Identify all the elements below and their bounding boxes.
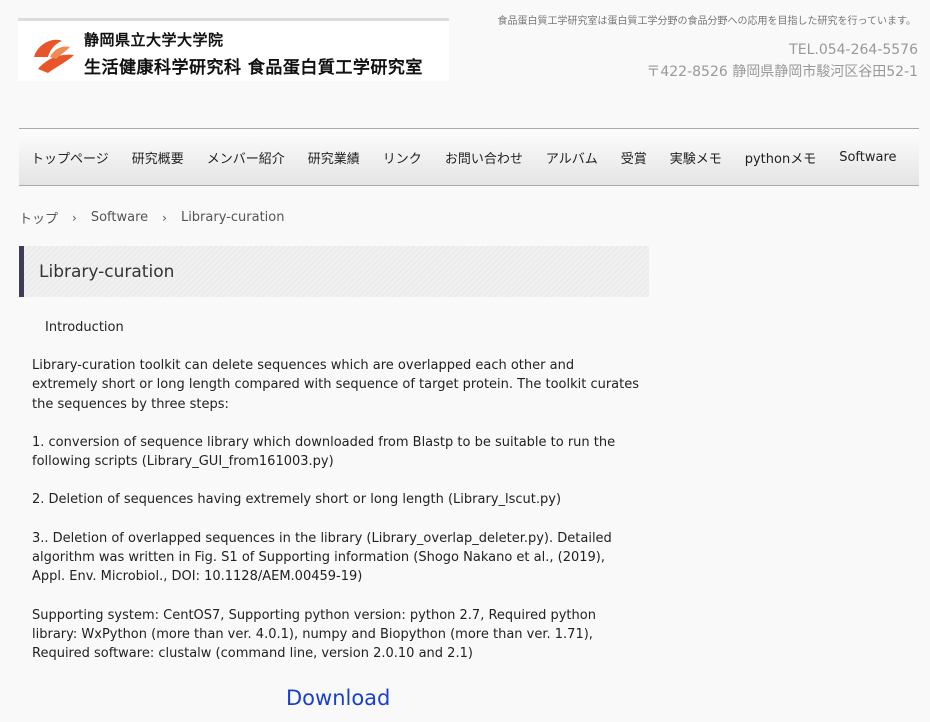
paragraph-step-3: 3.. Deletion of overlapped sequences in … — [32, 530, 612, 585]
intro-heading: Introduction — [45, 320, 124, 335]
phone-number: TEL.054-264-5576 — [789, 42, 918, 58]
logo-university-name: 静岡県立大学大学院 — [84, 31, 224, 49]
download-link[interactable]: Download — [286, 686, 390, 710]
main-content: Introduction Library-curation toolkit ca… — [32, 318, 642, 683]
site-tagline: 食品蛋白質工学研究室は蛋白質工学分野の食品分野への応用を目指した研究を行っていま… — [497, 16, 917, 27]
breadcrumb-top[interactable]: トップ — [19, 208, 58, 227]
paragraph-requirements: Supporting system: CentOS7, Supporting p… — [32, 607, 596, 662]
nav-item-awards[interactable]: 受賞 — [621, 148, 647, 167]
breadcrumb-software[interactable]: Software — [91, 210, 148, 225]
breadcrumb-separator: › — [72, 210, 77, 225]
paragraph-step-1: 1. conversion of sequence library which … — [32, 434, 616, 470]
nav-item-contact[interactable]: お問い合わせ — [445, 148, 523, 167]
nav-item-lab-notes[interactable]: 実験メモ — [670, 148, 722, 167]
postal-address: 〒422-8526 静岡県静岡市駿河区谷田52-1 — [646, 64, 918, 80]
page-title: Library-curation — [39, 261, 175, 282]
breadcrumb-current: Library-curation — [180, 210, 285, 225]
nav-item-publications[interactable]: 研究業績 — [308, 148, 360, 167]
breadcrumb: トップ › Software › Library-curation — [19, 208, 284, 227]
breadcrumb-separator: › — [162, 210, 167, 225]
main-nav: トップページ 研究概要 メンバー紹介 研究業績 リンク お問い合わせ アルバム … — [19, 128, 919, 186]
page-title-bar: Library-curation — [19, 246, 649, 297]
lab-logo-icon — [34, 39, 74, 73]
nav-item-members[interactable]: メンバー紹介 — [207, 148, 285, 167]
paragraph-overview: Library-curation toolkit can delete sequ… — [32, 358, 640, 412]
paragraph-step-2: 2. Deletion of sequences having extremel… — [32, 492, 562, 508]
nav-item-software[interactable]: Software — [839, 150, 896, 165]
nav-item-python-notes[interactable]: pythonメモ — [745, 148, 816, 167]
nav-item-album[interactable]: アルバム — [546, 148, 598, 167]
site-logo[interactable]: 静岡県立大学大学院 生活健康科学研究科 食品蛋白質工学研究室 — [18, 18, 449, 81]
nav-item-links[interactable]: リンク — [383, 148, 422, 167]
nav-item-research-overview[interactable]: 研究概要 — [132, 148, 184, 167]
logo-lab-name: 生活健康科学研究科 食品蛋白質工学研究室 — [84, 58, 423, 78]
nav-item-top-page[interactable]: トップページ — [31, 148, 109, 167]
